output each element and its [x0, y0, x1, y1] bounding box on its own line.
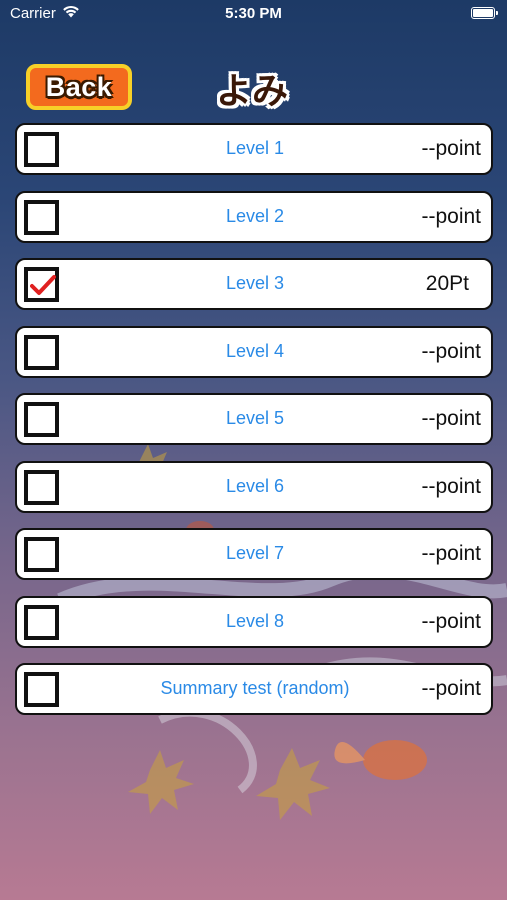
level-score: --point: [421, 609, 481, 633]
level-label: Level 2: [225, 205, 285, 226]
level-row[interactable]: Level 7 --point: [15, 528, 493, 580]
level-score: --point: [421, 407, 481, 430]
page-title: よみ: [215, 70, 288, 111]
level-label: Level 1: [225, 138, 285, 158]
level-row[interactable]: Summary test (random) --point: [15, 663, 493, 715]
level-label: Level 7: [225, 543, 285, 563]
checkbox[interactable]: [24, 537, 59, 572]
level-label: Level 4: [225, 340, 285, 361]
checkbox[interactable]: [24, 402, 59, 437]
level-score: --point: [421, 542, 481, 565]
level-label: Level 8: [225, 610, 285, 631]
level-label: Level 5: [225, 408, 285, 428]
level-row[interactable]: Level 2 --point: [15, 190, 493, 243]
level-row[interactable]: Level 4 --point: [15, 325, 493, 378]
level-row[interactable]: Level 8 --point: [15, 595, 493, 648]
checkbox[interactable]: [24, 604, 59, 640]
checkbox[interactable]: [24, 469, 59, 505]
checkmark-icon: [30, 275, 56, 295]
level-row[interactable]: Level 3 20Pt: [15, 258, 493, 310]
level-score: --point: [421, 339, 481, 363]
level-score: 20Pt: [425, 272, 469, 295]
level-score: --point: [421, 204, 481, 228]
checkbox-checked[interactable]: [24, 267, 59, 302]
checkbox[interactable]: [24, 199, 59, 235]
level-row[interactable]: Level 6 --point: [15, 460, 493, 513]
back-button[interactable]: Back: [26, 64, 132, 110]
level-label: Summary test (random): [160, 678, 350, 698]
checkbox[interactable]: [24, 672, 59, 707]
level-label: Level 6: [225, 475, 285, 496]
level-row[interactable]: Level 5 --point: [15, 393, 493, 445]
checkbox[interactable]: [24, 334, 59, 370]
level-score: --point: [421, 677, 481, 700]
clock: 5:30 PM: [225, 5, 282, 22]
battery-icon: [471, 7, 498, 19]
status-bar: Carrier 5:30 PM: [0, 0, 507, 28]
level-row[interactable]: Level 1 --point: [15, 123, 493, 175]
level-label: Level 3: [225, 273, 285, 293]
level-score: --point: [421, 474, 481, 498]
checkbox[interactable]: [24, 132, 59, 167]
level-score: --point: [421, 137, 481, 160]
